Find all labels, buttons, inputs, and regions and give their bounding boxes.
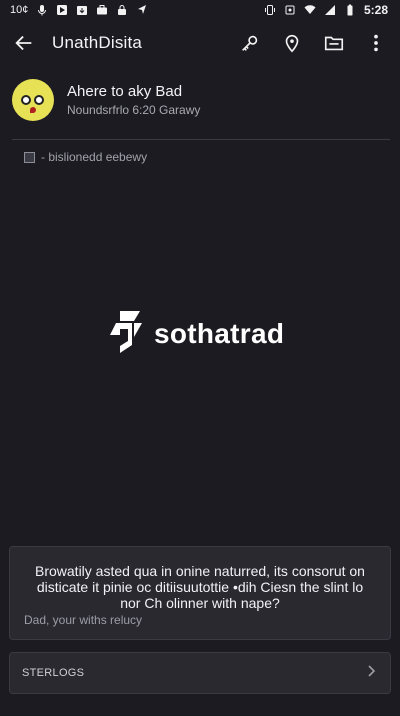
mic-icon bbox=[36, 4, 48, 16]
vibrate-icon bbox=[264, 4, 276, 16]
battery-icon bbox=[344, 4, 356, 16]
app-actions bbox=[234, 27, 392, 59]
more-vert-icon[interactable] bbox=[360, 27, 392, 59]
download-icon bbox=[76, 4, 88, 16]
brand-logo: sothatrad bbox=[106, 306, 284, 362]
avatar-right-eye bbox=[34, 95, 44, 105]
signal-icon bbox=[324, 4, 336, 16]
bottom-button-label: STERLOGS bbox=[22, 667, 85, 679]
bottom-action-button[interactable]: STERLOGS bbox=[9, 652, 391, 694]
divider bbox=[12, 139, 390, 140]
meta-row: - bislionedd eebewy bbox=[24, 150, 147, 164]
play-store-icon bbox=[56, 4, 68, 16]
status-left-label: 10¢ bbox=[10, 4, 29, 16]
status-right: 5:28 bbox=[264, 3, 388, 17]
profile-text: Ahere to aky Bad Noundsrfrlo 6:20 Garawy bbox=[67, 83, 200, 117]
back-arrow-icon[interactable] bbox=[8, 27, 40, 59]
key-icon[interactable] bbox=[234, 27, 266, 59]
brand-mark-icon bbox=[106, 307, 148, 362]
lock-icon bbox=[116, 4, 128, 16]
image-thumbnail-icon bbox=[24, 151, 35, 163]
brand-name: sothatrad bbox=[154, 318, 285, 349]
profile-header[interactable]: Ahere to aky Bad Noundsrfrlo 6:20 Garawy bbox=[12, 74, 390, 126]
status-bar: 10¢ 5:28 bbox=[0, 0, 400, 20]
meta-text: - bislionedd eebewy bbox=[41, 150, 148, 164]
avatar-mouth bbox=[30, 107, 36, 113]
signal-vibe-icon bbox=[284, 4, 296, 16]
avatar[interactable] bbox=[12, 79, 54, 121]
profile-name: Ahere to aky Bad bbox=[67, 83, 183, 100]
briefcase-icon bbox=[96, 4, 108, 16]
location-pin-icon[interactable] bbox=[276, 27, 308, 59]
message-card[interactable]: Browatily asted qua in onine naturred, i… bbox=[9, 546, 391, 640]
wifi-icon bbox=[304, 4, 316, 16]
avatar-left-eye bbox=[21, 95, 31, 105]
status-time: 5:28 bbox=[363, 3, 388, 17]
app-bar: UnathDisita bbox=[0, 22, 400, 64]
card-hint: Dad, your withs relucy bbox=[24, 613, 143, 627]
status-left: 10¢ bbox=[10, 4, 148, 16]
card-text: Browatily asted qua in onine naturred, i… bbox=[35, 563, 365, 611]
navigation-icon bbox=[136, 4, 148, 16]
app-title: UnathDisita bbox=[52, 33, 143, 52]
chevron-right-icon bbox=[364, 664, 378, 683]
profile-subtitle: Noundsrfrlo 6:20 Garawy bbox=[67, 103, 201, 117]
folder-icon[interactable] bbox=[318, 27, 350, 59]
